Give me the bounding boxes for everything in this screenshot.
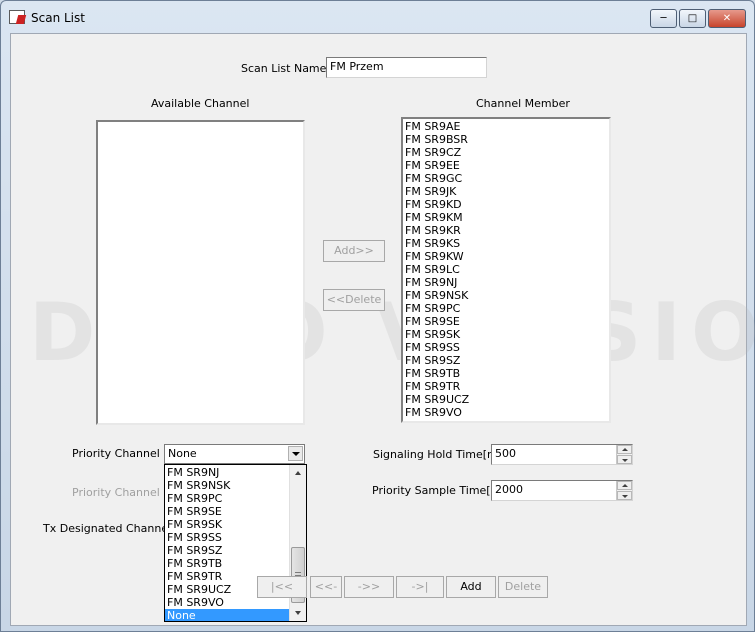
available-channel-label: Available Channel [151, 97, 250, 110]
signaling-hold-time-label: Signaling Hold Time[ms] [373, 448, 508, 461]
minimize-icon: ─ [660, 13, 667, 24]
channel-member-item[interactable]: FM SR9JK [403, 185, 609, 198]
scan-list-window: Scan List ─ □ ✕ DEMO VERSION Scan List N… [0, 0, 755, 632]
priority-sample-time-spinner[interactable] [616, 481, 632, 500]
add-record-button[interactable]: Add [446, 576, 496, 598]
delete-record-button[interactable]: Delete [498, 576, 548, 598]
channel-member-item[interactable]: FM SR9TR [403, 380, 609, 393]
channel-member-item[interactable]: FM SR9AE [403, 120, 609, 133]
dropdown-option[interactable]: FM SR9NSK [165, 479, 290, 492]
title-bar[interactable]: Scan List ─ □ ✕ [1, 1, 754, 31]
channel-member-label: Channel Member [476, 97, 570, 110]
channel-member-item[interactable]: FM SR9KW [403, 250, 609, 263]
channel-member-item[interactable]: FM SR9SE [403, 315, 609, 328]
available-channel-list[interactable] [96, 120, 305, 425]
maximize-button[interactable]: □ [679, 9, 706, 28]
channel-member-item[interactable]: FM SR9NJ [403, 276, 609, 289]
channel-member-item[interactable]: FM SR9SK [403, 328, 609, 341]
scroll-up-icon[interactable] [290, 465, 306, 481]
priority-channel-1-select[interactable]: None [164, 444, 305, 464]
first-record-button[interactable]: |<< [257, 576, 307, 598]
scan-list-name-label: Scan List Name [241, 62, 327, 75]
minimize-button[interactable]: ─ [650, 9, 677, 28]
priority-channel-dropdown[interactable]: FM SR9NJ FM SR9NSK FM SR9PC FM SR9SE FM SR9S… [164, 464, 307, 622]
spin-up-icon[interactable] [617, 445, 632, 454]
previous-record-button[interactable]: <<- [310, 576, 342, 598]
maximize-icon: □ [687, 13, 698, 24]
signaling-hold-time-spinner[interactable] [616, 445, 632, 464]
dropdown-option[interactable]: FM SR9SE [165, 505, 290, 518]
window-title: Scan List [31, 11, 85, 25]
dropdown-option[interactable]: FM SR9NJ [165, 466, 290, 479]
dialog-body: DEMO VERSION Scan List Name FM Przem Ava… [10, 33, 755, 626]
priority-channel-1-label: Priority Channel 1 [72, 447, 171, 460]
channel-member-item[interactable]: FM SR9PC [403, 302, 609, 315]
channel-member-item[interactable]: FM SR9KR [403, 224, 609, 237]
channel-member-item[interactable]: FM SR9NSK [403, 289, 609, 302]
channel-member-item[interactable]: FM SR9CZ [403, 146, 609, 159]
tx-designated-channel-label: Tx Designated Channel [43, 522, 172, 535]
channel-member-item[interactable]: FM SR9KD [403, 198, 609, 211]
channel-member-item[interactable]: FM SR9KS [403, 237, 609, 250]
last-record-button[interactable]: ->| [396, 576, 444, 598]
spin-up-icon[interactable] [617, 481, 632, 490]
spin-down-icon[interactable] [617, 455, 632, 464]
close-button[interactable]: ✕ [708, 9, 746, 28]
dropdown-option[interactable]: FM SR9SS [165, 531, 290, 544]
channel-member-item[interactable]: FM SR9GC [403, 172, 609, 185]
channel-member-item[interactable]: FM SR9SS [403, 341, 609, 354]
delete-from-members-button[interactable]: <<Delete [323, 289, 385, 311]
dropdown-option[interactable]: None [165, 609, 290, 621]
channel-member-item[interactable]: FM SR9VO [403, 406, 609, 419]
channel-member-item[interactable]: FM SR9EE [403, 159, 609, 172]
app-icon [9, 10, 25, 24]
chevron-down-icon[interactable] [288, 446, 303, 461]
signaling-hold-time-input[interactable]: 500 [491, 444, 633, 465]
channel-member-item[interactable]: FM SR9BSR [403, 133, 609, 146]
dropdown-option[interactable]: FM SR9PC [165, 492, 290, 505]
dropdown-option[interactable]: FM SR9TB [165, 557, 290, 570]
channel-member-item[interactable]: FM SR9LC [403, 263, 609, 276]
next-record-button[interactable]: ->> [344, 576, 394, 598]
priority-sample-time-input[interactable]: 2000 [491, 480, 633, 501]
scroll-down-icon[interactable] [290, 605, 306, 621]
channel-member-list[interactable]: FM SR9AE FM SR9BSR FM SR9CZ FM SR9EE FM SR9G… [401, 117, 611, 423]
channel-member-item[interactable]: FM SR9UCZ [403, 393, 609, 406]
channel-member-item[interactable]: FM SR9SZ [403, 354, 609, 367]
add-to-members-button[interactable]: Add>> [323, 240, 385, 262]
dropdown-option[interactable]: FM SR9SK [165, 518, 290, 531]
channel-member-item[interactable]: FM SR9KM [403, 211, 609, 224]
priority-channel-2-label: Priority Channel 2 [72, 486, 171, 499]
dropdown-option[interactable]: FM SR9SZ [165, 544, 290, 557]
priority-channel-1-value: None [168, 447, 197, 460]
channel-member-item[interactable]: FM SR9TB [403, 367, 609, 380]
close-icon: ✕ [722, 13, 732, 24]
spin-down-icon[interactable] [617, 491, 632, 500]
scan-list-name-input[interactable]: FM Przem [326, 57, 487, 78]
